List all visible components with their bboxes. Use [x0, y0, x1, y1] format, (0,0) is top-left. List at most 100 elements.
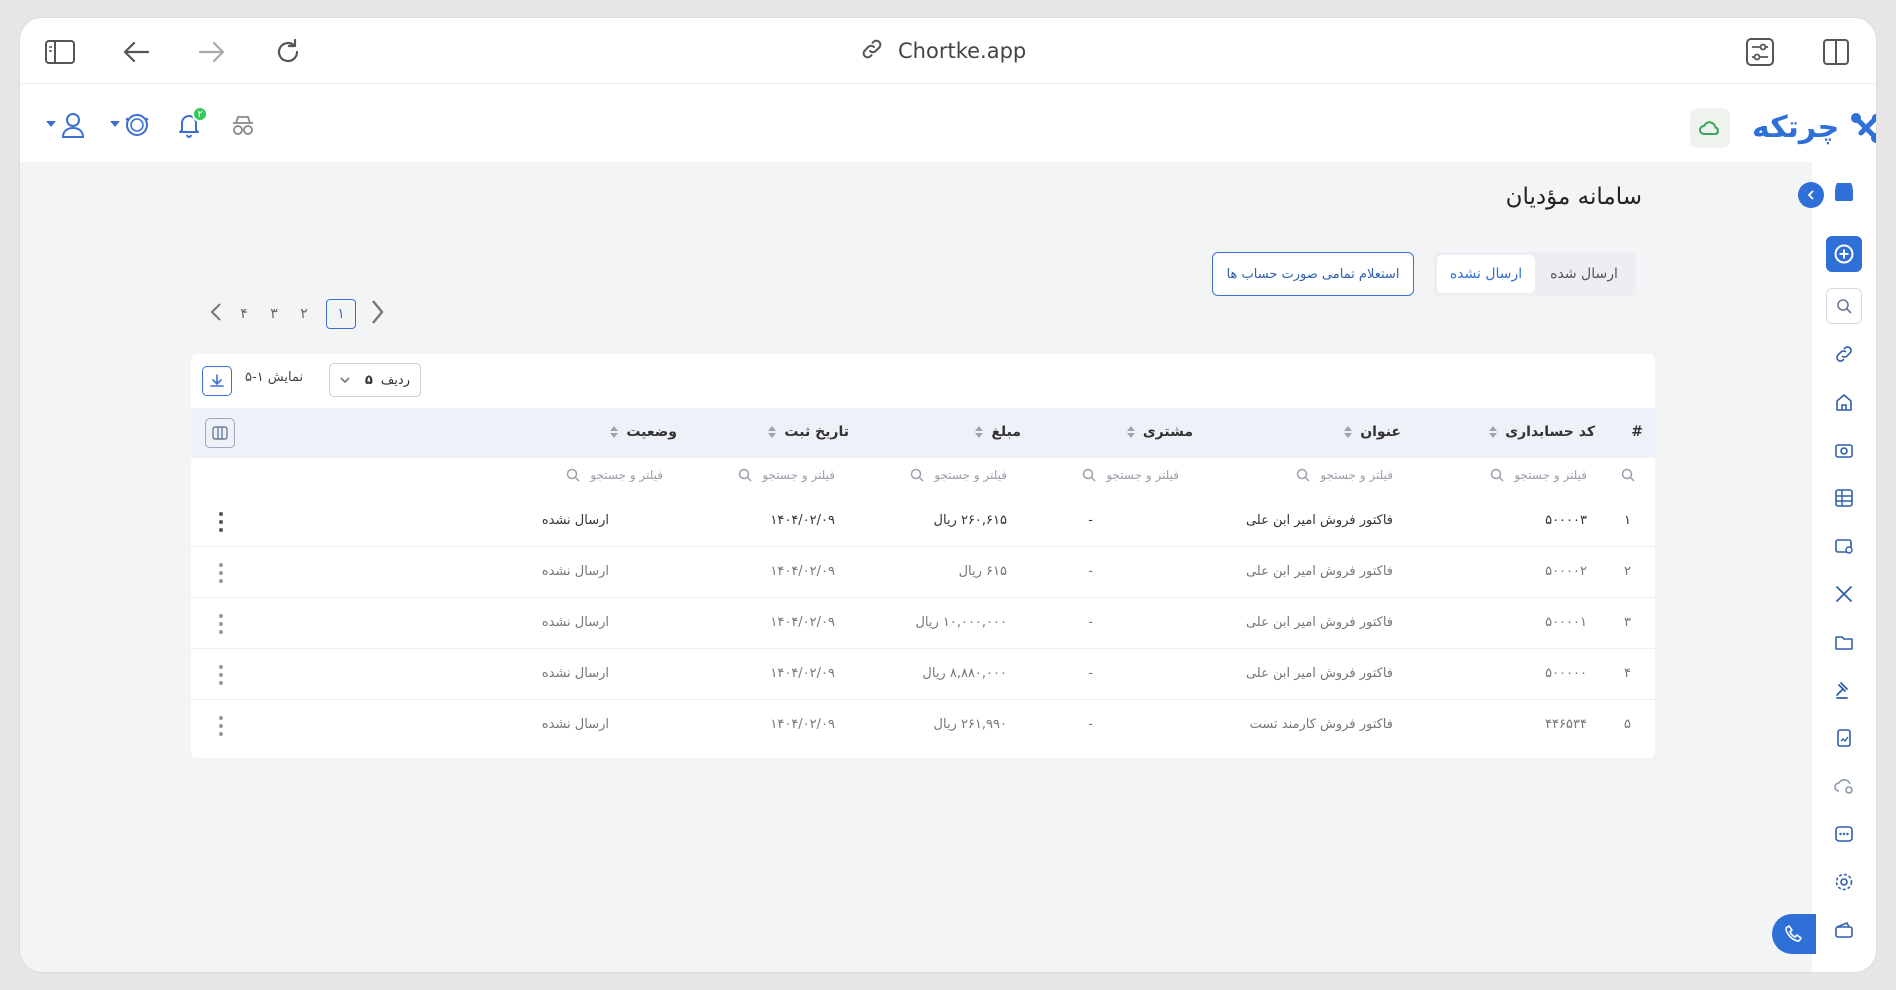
- row-actions-icon[interactable]: [216, 512, 226, 532]
- sidebar-search-button[interactable]: [1826, 288, 1862, 324]
- table-toolbar: نمایش ۱-۵ ردیف ۵: [191, 354, 1655, 408]
- url-text: Chortke.app: [898, 39, 1027, 63]
- status-tabs: ارسال شده ارسال نشده: [1434, 252, 1636, 296]
- table-row[interactable]: ۵ ۴۴۶۵۳۴ فاکتور فروش کارمند تست - ۲۶۱,۹۹…: [191, 700, 1655, 751]
- page-title: سامانه مؤدیان: [1505, 184, 1642, 210]
- chevron-right-icon[interactable]: [370, 299, 384, 329]
- filter-date[interactable]: فیلتر و جستجو: [738, 468, 835, 482]
- cloud-sync-button[interactable]: [1690, 108, 1730, 148]
- download-button[interactable]: [202, 366, 232, 396]
- link-icon: [860, 37, 884, 66]
- dots-icon[interactable]: [1826, 816, 1862, 852]
- table-header: # کد حسابداری عنوان مشتری مبلغ تاریخ ثبت…: [191, 408, 1655, 458]
- pagination: ۴ ۳ ۲ ۱: [210, 298, 384, 330]
- row-actions-icon[interactable]: [216, 563, 226, 583]
- row-actions-icon[interactable]: [216, 665, 226, 685]
- search-icon: [567, 468, 580, 482]
- address-bar[interactable]: Chortke.app: [860, 34, 1026, 68]
- col-customer[interactable]: مشتری: [1126, 424, 1193, 440]
- search-icon: [739, 468, 752, 482]
- link-icon[interactable]: [1826, 336, 1862, 372]
- filter-status[interactable]: فیلتر و جستجو: [566, 468, 663, 482]
- settings-sliders-icon[interactable]: [1744, 36, 1776, 68]
- forward-arrow-icon[interactable]: [196, 36, 228, 68]
- page-3[interactable]: ۳: [266, 306, 282, 322]
- collapse-sidebar-button[interactable]: [1798, 182, 1824, 208]
- report-icon[interactable]: [1826, 720, 1862, 756]
- main-content: سامانه مؤدیان ارسال شده ارسال نشده استعل…: [20, 162, 1812, 972]
- col-index: #: [1631, 424, 1643, 440]
- back-arrow-icon[interactable]: [120, 36, 152, 68]
- search-icon: [1837, 299, 1852, 314]
- chevron-down-icon: [46, 121, 56, 127]
- table-row[interactable]: ۴ ۵۰۰۰۰۰ فاکتور فروش امیر ابن علی - ۸,۸۸…: [191, 649, 1655, 700]
- chevron-left-icon[interactable]: [210, 302, 222, 326]
- tab-not-sent[interactable]: ارسال نشده: [1437, 255, 1535, 293]
- col-status[interactable]: وضعیت: [610, 424, 677, 440]
- page-current[interactable]: ۱: [326, 299, 356, 329]
- table-icon[interactable]: [1826, 480, 1862, 516]
- col-accounting-code[interactable]: کد حسابداری: [1489, 424, 1595, 440]
- showing-range: نمایش ۱-۵: [245, 370, 304, 385]
- filter-title[interactable]: فیلتر و جستجو: [1296, 468, 1393, 482]
- table-row[interactable]: ۳ ۵۰۰۰۰۱ فاکتور فروش امیر ابن علی - ۱۰,۰…: [191, 598, 1655, 649]
- home-icon[interactable]: [1826, 384, 1862, 420]
- folder-icon[interactable]: [1826, 624, 1862, 660]
- notification-badge: ۲: [192, 106, 208, 122]
- cloud-settings-icon[interactable]: [1826, 768, 1862, 804]
- incognito-icon[interactable]: [226, 108, 260, 142]
- table-row[interactable]: ۱ ۵۰۰۰۰۳ فاکتور فروش امیر ابن علی - ۲۶۰,…: [191, 496, 1655, 547]
- camera-icon[interactable]: [1826, 432, 1862, 468]
- columns-toggle-button[interactable]: [205, 418, 235, 448]
- phone-icon: [1785, 925, 1802, 942]
- inquiry-all-invoices-button[interactable]: استعلام تمامی صورت حساب ها: [1212, 252, 1414, 296]
- sort-icon: [768, 426, 777, 438]
- wallet-icon[interactable]: [1826, 528, 1862, 564]
- row-actions-icon[interactable]: [216, 614, 226, 634]
- filter-amount[interactable]: فیلتر و جستجو: [910, 468, 1007, 482]
- right-sidebar: [1812, 162, 1876, 972]
- sidebar-toggle-icon[interactable]: [44, 36, 76, 68]
- tools-icon[interactable]: [1826, 576, 1862, 612]
- coin-icon: [125, 114, 149, 136]
- search-icon[interactable]: [1621, 468, 1635, 482]
- app-window: Chortke.app ۲ چرتکه سامانه مؤدیان ارسال …: [20, 18, 1876, 972]
- row-actions-icon[interactable]: [216, 716, 226, 736]
- support-call-button[interactable]: [1772, 914, 1816, 954]
- col-date[interactable]: تاریخ ثبت: [768, 424, 849, 440]
- sort-icon: [1344, 426, 1353, 438]
- columns-icon: [212, 426, 228, 440]
- user-menu[interactable]: [46, 108, 90, 142]
- filter-accounting-code[interactable]: فیلتر و جستجو: [1490, 468, 1587, 482]
- chevron-down-icon: [110, 121, 120, 127]
- coin-menu[interactable]: [110, 108, 154, 142]
- page-2[interactable]: ۲: [296, 306, 312, 322]
- gavel-icon[interactable]: [1826, 672, 1862, 708]
- table-row[interactable]: ۲ ۵۰۰۰۰۲ فاکتور فروش امیر ابن علی - ۶۱۵ …: [191, 547, 1655, 598]
- brand-logo[interactable]: چرتکه: [1752, 110, 1876, 145]
- logo-icon: [1851, 112, 1876, 143]
- add-button[interactable]: [1826, 236, 1862, 272]
- col-amount[interactable]: مبلغ: [975, 424, 1021, 440]
- chevron-down-icon: [340, 373, 350, 388]
- page-4[interactable]: ۴: [236, 306, 252, 322]
- split-view-icon[interactable]: [1820, 36, 1852, 68]
- chevron-left-icon: [1807, 190, 1814, 200]
- invoices-table: نمایش ۱-۵ ردیف ۵ # کد حسابداری عنوان مشت…: [191, 354, 1655, 758]
- logo-text: چرتکه: [1752, 110, 1840, 145]
- browser-toolbar: Chortke.app: [20, 18, 1876, 84]
- gear-icon[interactable]: [1826, 864, 1862, 900]
- notifications-button[interactable]: ۲: [172, 106, 208, 142]
- store-icon[interactable]: [1826, 174, 1862, 210]
- reload-icon[interactable]: [272, 36, 304, 68]
- search-icon: [1083, 468, 1096, 482]
- app-header: ۲ چرتکه: [20, 84, 1876, 162]
- filter-row: فیلتر و جستجو فیلتر و جستجو فیلتر و جستج…: [191, 458, 1655, 496]
- tab-sent[interactable]: ارسال شده: [1535, 255, 1633, 293]
- rows-per-page-select[interactable]: ردیف ۵: [329, 363, 421, 397]
- filter-customer[interactable]: فیلتر و جستجو: [1082, 468, 1179, 482]
- wallet-alt-icon[interactable]: [1826, 912, 1862, 948]
- sort-icon: [1489, 426, 1498, 438]
- col-title[interactable]: عنوان: [1344, 424, 1401, 440]
- rows-value: ۵: [364, 372, 373, 388]
